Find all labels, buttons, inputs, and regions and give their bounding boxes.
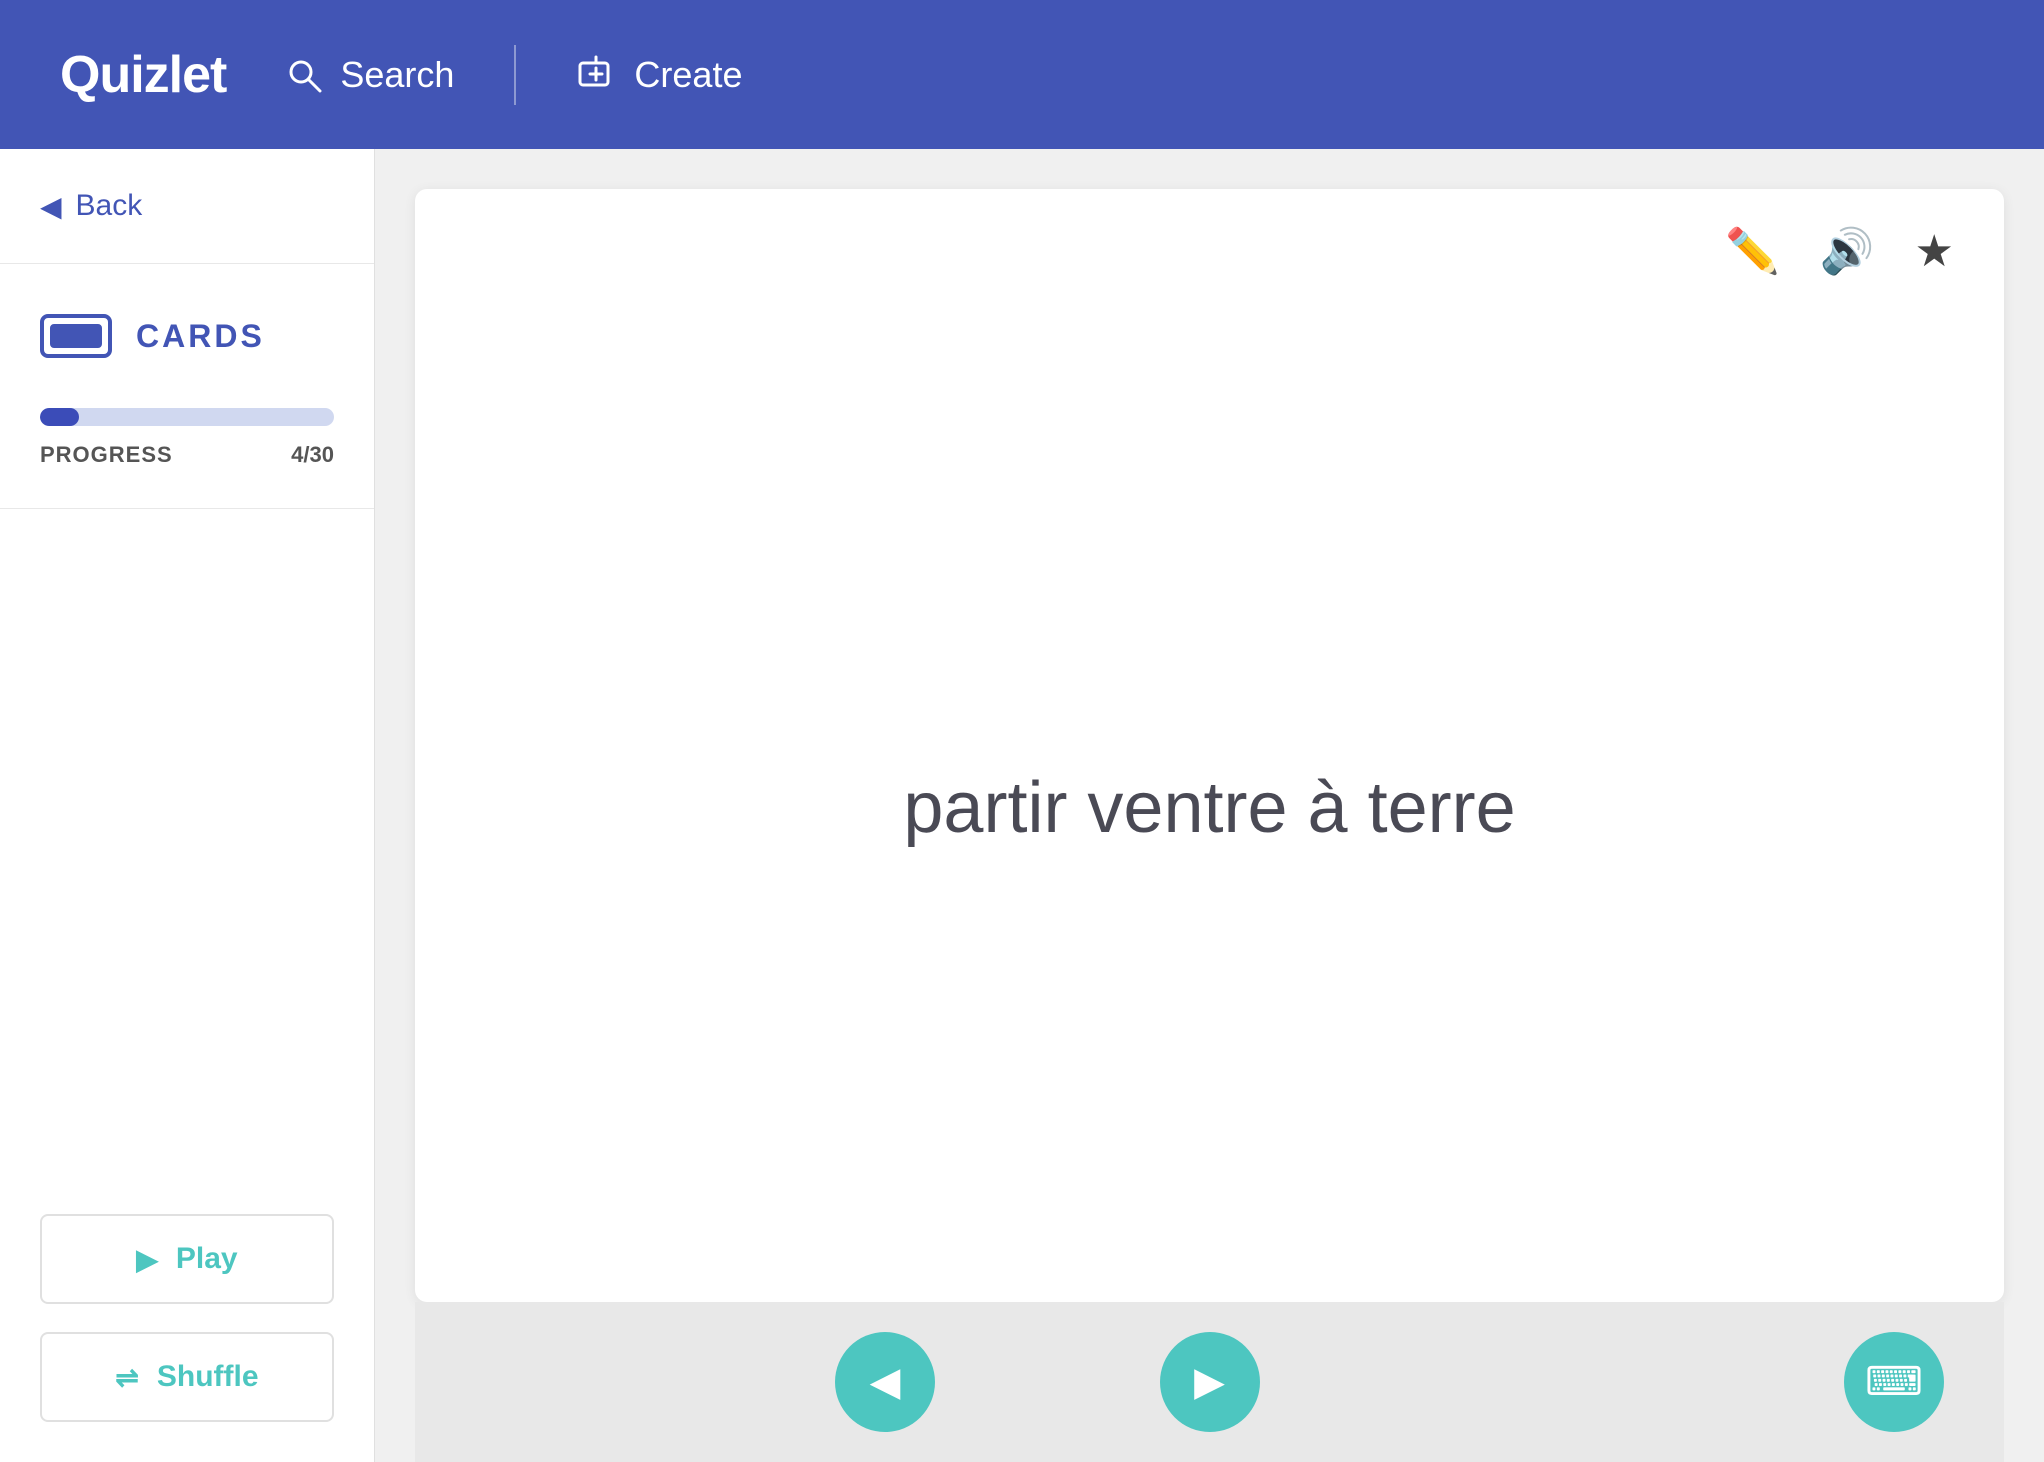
content-area: ✏️ 🔊 ★ partir ventre à terre ◀ ▶ ⌨ (375, 149, 2044, 1462)
cards-section: CARDS PROGRESS 4/30 (0, 264, 374, 509)
search-icon (286, 57, 322, 93)
header: Quizlet Search Create (0, 0, 2044, 149)
next-card-button[interactable]: ▶ (1160, 1332, 1260, 1432)
shuffle-label: Shuffle (157, 1360, 259, 1394)
header-divider (514, 45, 516, 105)
back-arrow-icon: ◀ (40, 190, 62, 223)
prev-arrow-icon: ◀ (870, 1359, 901, 1405)
keyboard-button[interactable]: ⌨ (1844, 1332, 1944, 1432)
card-content: partir ventre à terre (415, 313, 2004, 1302)
keyboard-icon: ⌨ (1865, 1359, 1923, 1405)
card-toolbar: ✏️ 🔊 ★ (415, 189, 2004, 313)
progress-section: PROGRESS 4/30 (40, 408, 334, 468)
prev-card-button[interactable]: ◀ (835, 1332, 935, 1432)
play-label: Play (176, 1242, 238, 1276)
progress-count: 4/30 (291, 442, 334, 468)
bottom-navigation: ◀ ▶ ⌨ (415, 1302, 2004, 1462)
create-button[interactable]: Create (576, 54, 742, 96)
sidebar: ◀ Back CARDS PROGRESS 4/30 (0, 149, 375, 1462)
shuffle-icon: ⇌ (115, 1361, 138, 1394)
audio-icon[interactable]: 🔊 (1820, 225, 1875, 277)
create-icon (576, 55, 616, 95)
progress-labels: PROGRESS 4/30 (40, 442, 334, 468)
next-arrow-icon: ▶ (1194, 1359, 1225, 1405)
progress-bar-background (40, 408, 334, 426)
progress-bar-fill (40, 408, 79, 426)
play-icon: ▶ (136, 1243, 158, 1276)
search-button[interactable]: Search (286, 54, 454, 96)
star-icon[interactable]: ★ (1915, 226, 1954, 277)
card-term: partir ventre à terre (903, 767, 1515, 849)
play-button[interactable]: ▶ Play (40, 1214, 334, 1304)
back-button[interactable]: ◀ Back (0, 149, 374, 264)
edit-icon[interactable]: ✏️ (1725, 225, 1780, 277)
back-label: Back (76, 189, 143, 223)
cards-mode-label: CARDS (136, 318, 265, 355)
main-layout: ◀ Back CARDS PROGRESS 4/30 (0, 149, 2044, 1462)
sidebar-buttons: ▶ Play ⇌ Shuffle (0, 1174, 374, 1462)
logo: Quizlet (60, 45, 226, 105)
create-label: Create (634, 54, 742, 96)
cards-icon-inner (50, 324, 102, 348)
search-label: Search (340, 54, 454, 96)
flashcard[interactable]: ✏️ 🔊 ★ partir ventre à terre (415, 189, 2004, 1302)
cards-icon (40, 314, 112, 358)
shuffle-button[interactable]: ⇌ Shuffle (40, 1332, 334, 1422)
cards-mode-indicator: CARDS (40, 314, 334, 358)
progress-label: PROGRESS (40, 442, 173, 468)
